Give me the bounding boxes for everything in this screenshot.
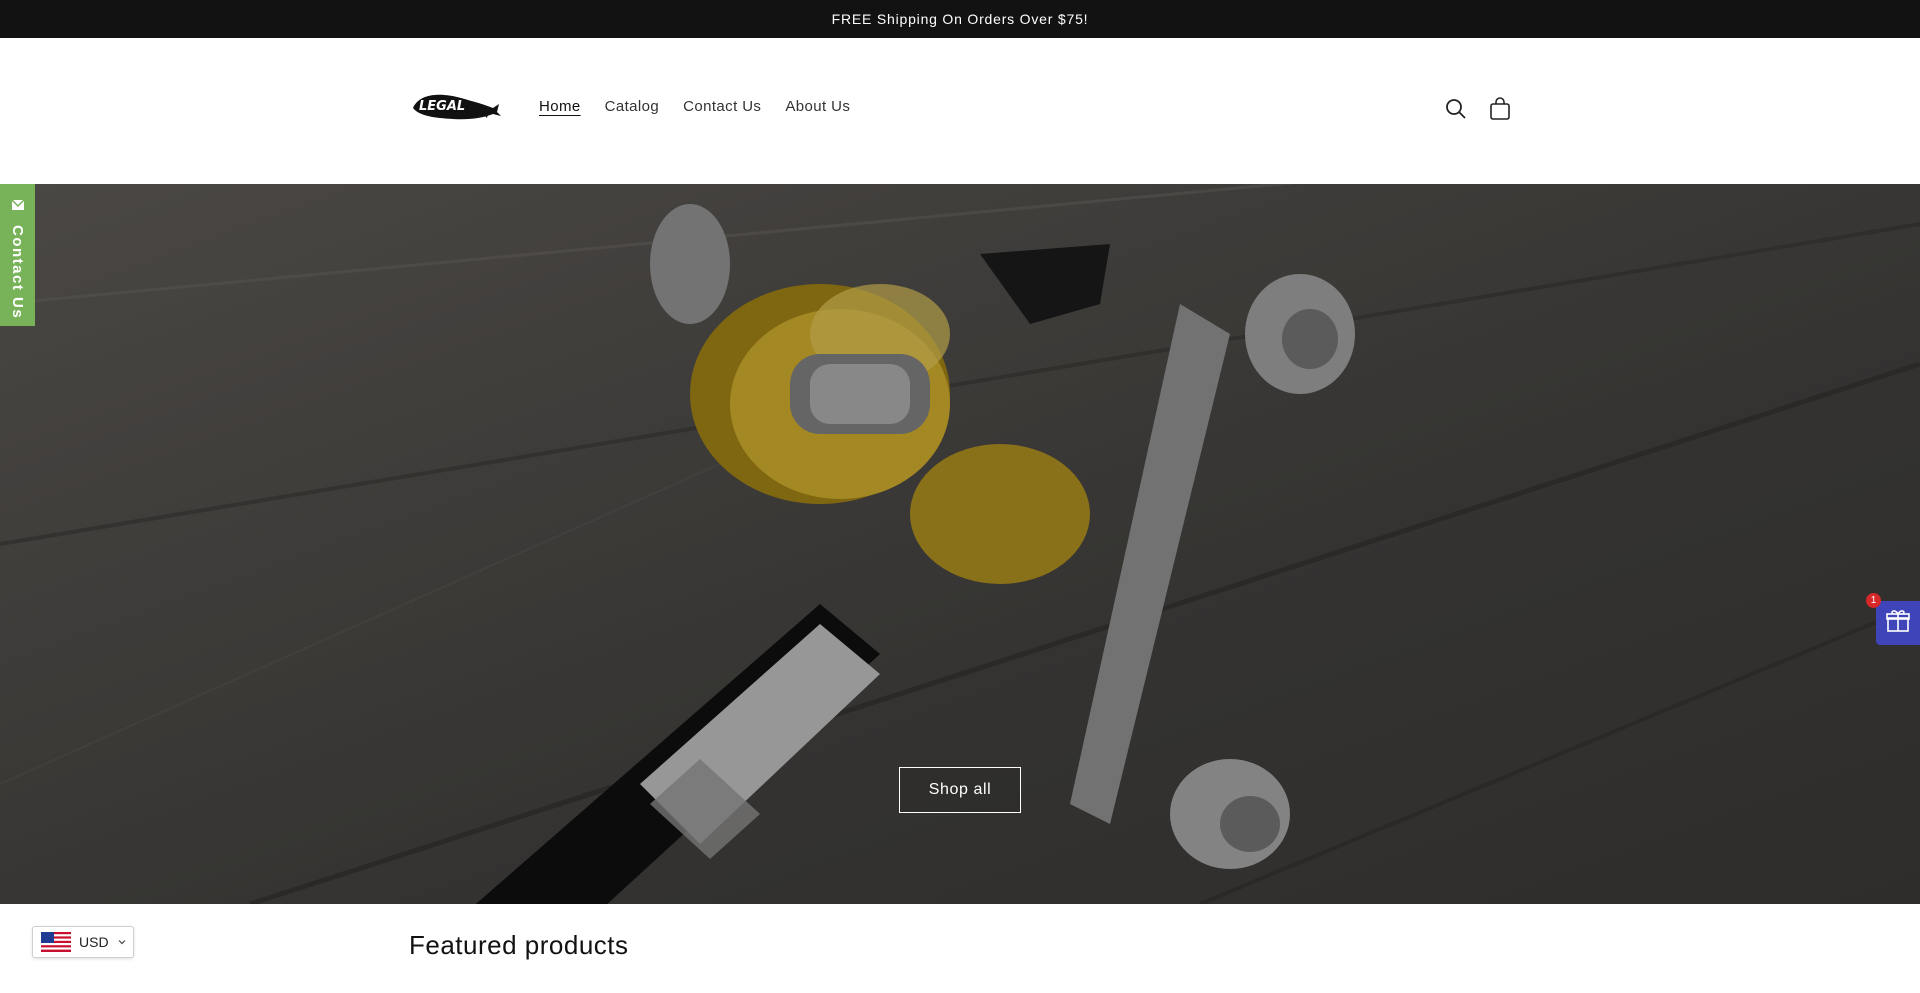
svg-text:LEGAL: LEGAL [419,99,465,114]
announcement-text: FREE Shipping On Orders Over $75! [831,11,1089,27]
currency-selector[interactable]: USD [32,926,134,958]
nav-contact-us[interactable]: Contact Us [683,98,761,115]
store-logo[interactable]: LEGAL [409,86,501,126]
nav-home[interactable]: Home [539,98,581,115]
contact-us-tab[interactable]: Contact Us [0,184,35,326]
envelope-icon [10,198,25,217]
currency-code: USD [79,934,109,950]
site-header: LEGAL Home Catalog Contact Us About Us [0,38,1920,184]
rewards-widget[interactable] [1876,601,1920,645]
nav-catalog[interactable]: Catalog [605,98,660,115]
gift-icon [1885,608,1911,639]
contact-tab-label: Contact Us [9,225,26,320]
announcement-bar: FREE Shipping On Orders Over $75! [0,0,1920,38]
shop-all-button[interactable]: Shop all [899,767,1021,813]
main-nav: Home Catalog Contact Us About Us [539,98,850,115]
nav-about-us[interactable]: About Us [785,98,850,115]
search-icon[interactable] [1444,97,1468,121]
featured-products-heading: Featured products [409,930,629,960]
rewards-badge: 1 [1866,593,1881,608]
cart-icon[interactable] [1488,97,1512,121]
chevron-down-icon [117,934,127,950]
us-flag-icon [41,932,71,952]
